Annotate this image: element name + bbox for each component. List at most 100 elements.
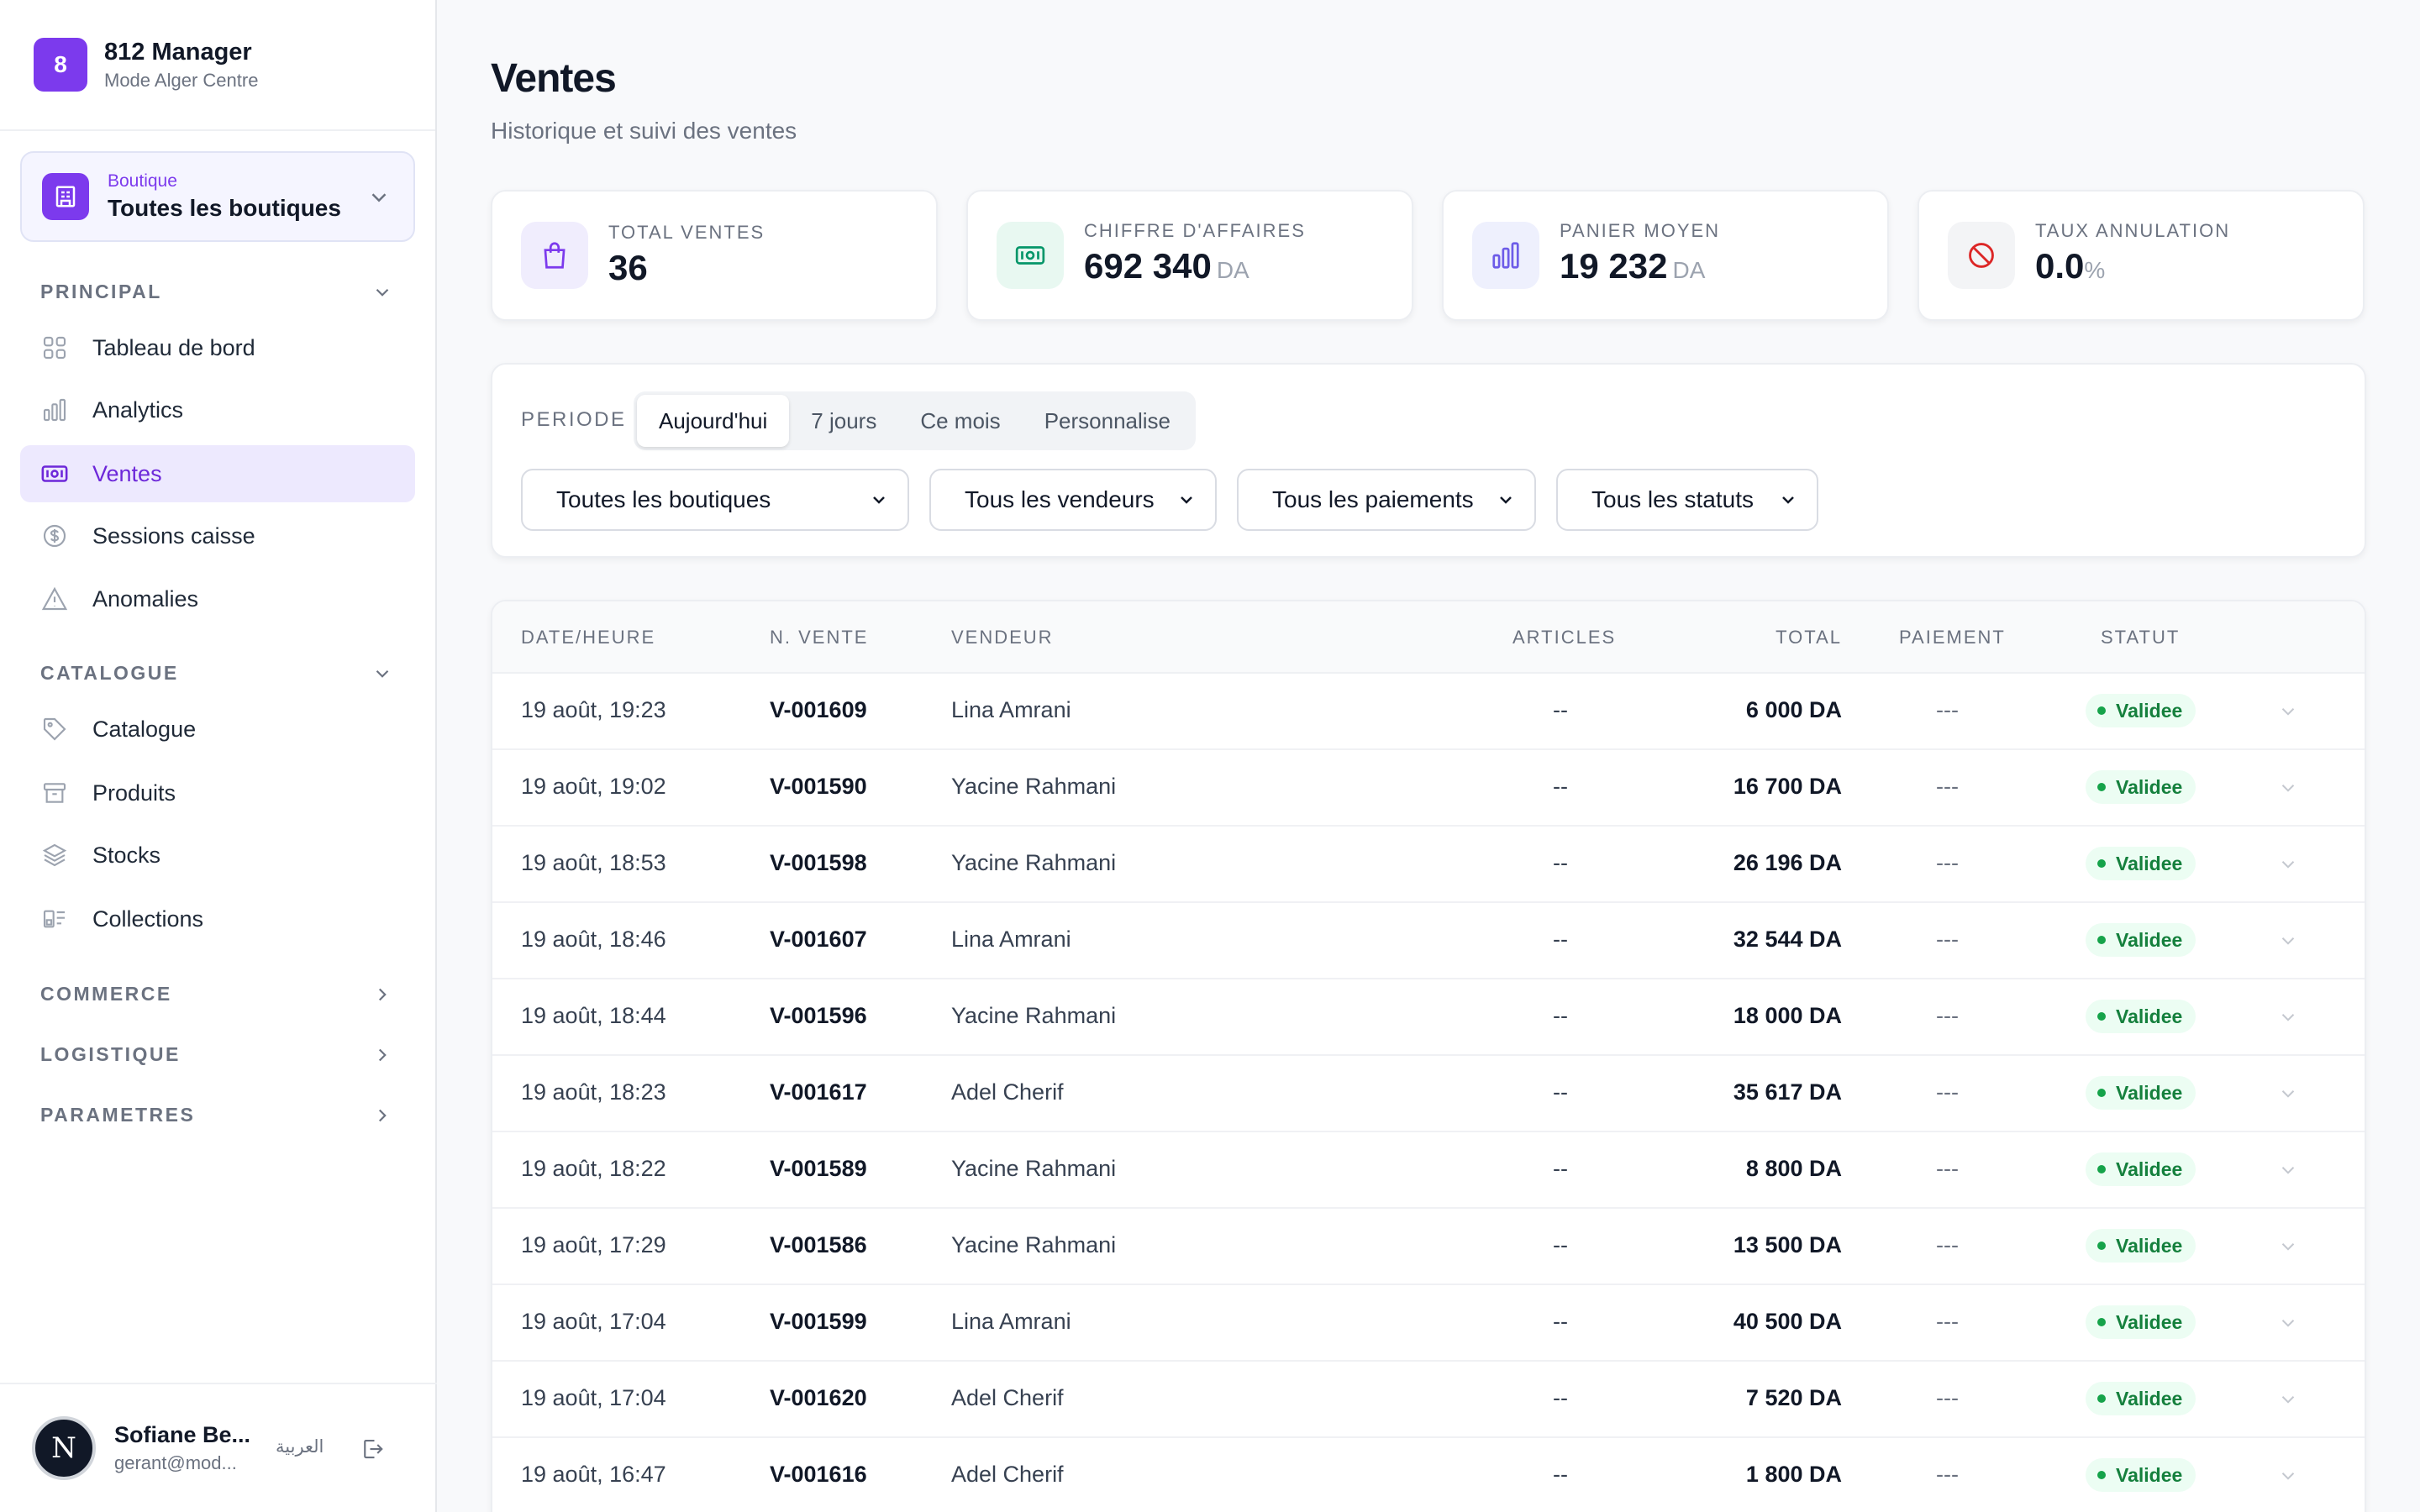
section-catalogue-title: CATALOGUE	[40, 662, 179, 684]
status-dot	[2097, 1471, 2106, 1479]
sidebar-item-anomalies[interactable]: Anomalies	[20, 570, 415, 627]
sidebar-item-label: Sessions caisse	[92, 522, 255, 549]
status-label: Validee	[2116, 699, 2183, 722]
cell-sale-number[interactable]: V-001609	[770, 697, 867, 723]
expand-row-chevron-icon[interactable]	[2277, 701, 2299, 727]
column-header-articles[interactable]: ARTICLES	[1512, 627, 1616, 648]
boutique-select[interactable]: Toutes les boutiques	[521, 469, 909, 531]
avatar[interactable]: N	[32, 1416, 96, 1480]
cell-sale-number[interactable]: V-001599	[770, 1309, 867, 1335]
table-row[interactable]: 19 août, 18:46 V-001607 Lina Amrani -- 32 54…	[492, 903, 2365, 979]
sidebar-item-label: Anomalies	[92, 585, 199, 612]
table-row[interactable]: 19 août, 18:22 V-001589 Yacine Rahmani -- 8 …	[492, 1132, 2365, 1209]
cell-articles: --	[1553, 1385, 1568, 1410]
column-header-date[interactable]: DATE/HEURE	[521, 627, 655, 648]
expand-row-chevron-icon[interactable]	[2277, 1236, 2299, 1262]
period-option-7-jours[interactable]: 7 jours	[789, 395, 898, 447]
expand-row-chevron-icon[interactable]	[2277, 1083, 2299, 1109]
cell-sale-number[interactable]: V-001616	[770, 1462, 867, 1488]
cell-sale-number[interactable]: V-001590	[770, 774, 867, 800]
section-principal-header[interactable]: PRINCIPAL	[40, 281, 393, 303]
sidebar-item-label: Produits	[92, 780, 176, 806]
table-row[interactable]: 19 août, 16:47 V-001616 Adel Cherif -- 1 800…	[492, 1438, 2365, 1512]
table-row[interactable]: 19 août, 19:02 V-001590 Yacine Rahmani -- 16…	[492, 750, 2365, 827]
cell-sale-number[interactable]: V-001589	[770, 1156, 867, 1182]
cell-vendeur: Adel Cherif	[951, 1462, 1064, 1487]
expand-row-chevron-icon[interactable]	[2277, 1312, 2299, 1338]
period-option-ce-mois[interactable]: Ce mois	[898, 395, 1022, 447]
table-row[interactable]: 19 août, 17:04 V-001620 Adel Cherif -- 7 520…	[492, 1362, 2365, 1438]
sidebar-item-ventes[interactable]: Ventes	[20, 445, 415, 502]
cell-sale-number[interactable]: V-001596	[770, 1003, 867, 1029]
expand-row-chevron-icon[interactable]	[2277, 853, 2299, 879]
user-name: Sofiane Be...	[114, 1422, 251, 1447]
table-row[interactable]: 19 août, 18:53 V-001598 Yacine Rahmani -- 26…	[492, 827, 2365, 903]
section-commerce-header[interactable]: COMMERCE	[40, 983, 393, 1005]
status-badge: Validee	[2086, 1229, 2196, 1263]
store-selector-value: Toutes les boutiques	[108, 195, 341, 221]
cell-sale-number[interactable]: V-001598	[770, 850, 867, 876]
cell-articles: --	[1553, 1309, 1568, 1334]
chevron-down-icon	[873, 496, 885, 504]
sidebar-item-analytics[interactable]: Analytics	[20, 381, 415, 438]
section-parametres-title: PARAMETRES	[40, 1104, 196, 1126]
sidebar-item-label: Analytics	[92, 396, 184, 423]
expand-row-chevron-icon[interactable]	[2277, 1389, 2299, 1415]
kpi-value: 692 340	[1084, 245, 1212, 286]
period-option-personnalise[interactable]: Personnalise	[1023, 395, 1192, 447]
collection-icon	[40, 905, 69, 933]
kpi-label: PANIER MOYEN	[1560, 219, 1721, 241]
cell-date: 19 août, 17:29	[521, 1232, 666, 1257]
table-row[interactable]: 19 août, 17:04 V-001599 Lina Amrani -- 40 50…	[492, 1285, 2365, 1362]
sidebar-item-collections[interactable]: Collections	[20, 890, 415, 948]
statut-select[interactable]: Tous les statuts	[1556, 469, 1818, 531]
select-value: Toutes les boutiques	[556, 486, 771, 512]
banknote-icon	[997, 222, 1064, 289]
sidebar-item-stocks[interactable]: Stocks	[20, 827, 415, 884]
expand-row-chevron-icon[interactable]	[2277, 777, 2299, 803]
cell-paiement: ---	[1936, 1079, 1959, 1105]
kpi-value: 36	[608, 248, 648, 287]
table-row[interactable]: 19 août, 18:23 V-001617 Adel Cherif -- 35 61…	[492, 1056, 2365, 1132]
expand-row-chevron-icon[interactable]	[2277, 1159, 2299, 1185]
language-switch[interactable]: العربية	[276, 1436, 324, 1457]
status-dot	[2097, 936, 2106, 944]
cell-sale-number[interactable]: V-001607	[770, 927, 867, 953]
status-label: Validee	[2116, 775, 2183, 798]
sidebar-item-tableau-de-bord[interactable]: Tableau de bord	[20, 319, 415, 376]
store-selector[interactable]: Boutique Toutes les boutiques	[20, 151, 415, 242]
sidebar-item-produits[interactable]: Produits	[20, 764, 415, 822]
status-dot	[2097, 1318, 2106, 1326]
section-catalogue-header[interactable]: CATALOGUE	[40, 662, 393, 685]
column-header-paiement[interactable]: PAIEMENT	[1899, 627, 2006, 648]
table-row[interactable]: 19 août, 18:44 V-001596 Yacine Rahmani -- 18…	[492, 979, 2365, 1056]
chevron-down-icon	[1181, 496, 1192, 504]
expand-row-chevron-icon[interactable]	[2277, 1006, 2299, 1032]
cell-sale-number[interactable]: V-001586	[770, 1232, 867, 1258]
table-row[interactable]: 19 août, 17:29 V-001586 Yacine Rahmani -- 13…	[492, 1209, 2365, 1285]
column-header-statut[interactable]: STATUT	[2101, 627, 2180, 648]
expand-row-chevron-icon[interactable]	[2277, 930, 2299, 956]
store-icon	[42, 173, 89, 220]
cell-sale-number[interactable]: V-001620	[770, 1385, 867, 1411]
paiement-select[interactable]: Tous les paiements	[1237, 469, 1536, 531]
chevron-right-icon	[378, 1109, 387, 1121]
sidebar-item-sessions-caisse[interactable]: Sessions caisse	[20, 507, 415, 564]
table-row[interactable]: 19 août, 19:23 V-001609 Lina Amrani -- 6 000…	[492, 674, 2365, 750]
logout-icon[interactable]	[360, 1436, 385, 1466]
vendeur-select[interactable]: Tous les vendeurs	[929, 469, 1217, 531]
chevron-down-icon	[376, 669, 389, 678]
status-badge: Validee	[2086, 694, 2196, 727]
column-header-total[interactable]: TOTAL	[1776, 627, 1842, 648]
section-logistique-header[interactable]: LOGISTIQUE	[40, 1043, 393, 1066]
column-header-vendeur[interactable]: VENDEUR	[951, 627, 1054, 648]
sidebar-item-catalogue[interactable]: Catalogue	[20, 701, 415, 758]
status-dot	[2097, 1165, 2106, 1173]
expand-row-chevron-icon[interactable]	[2277, 1465, 2299, 1491]
kpi-value: 19 232	[1560, 245, 1668, 286]
column-header-numero[interactable]: N. VENTE	[770, 627, 868, 648]
period-option-aujourdhui[interactable]: Aujourd'hui	[637, 395, 790, 447]
section-parametres-header[interactable]: PARAMETRES	[40, 1104, 393, 1126]
cell-sale-number[interactable]: V-001617	[770, 1079, 867, 1105]
cell-total: 6 000 DA	[1745, 697, 1842, 722]
